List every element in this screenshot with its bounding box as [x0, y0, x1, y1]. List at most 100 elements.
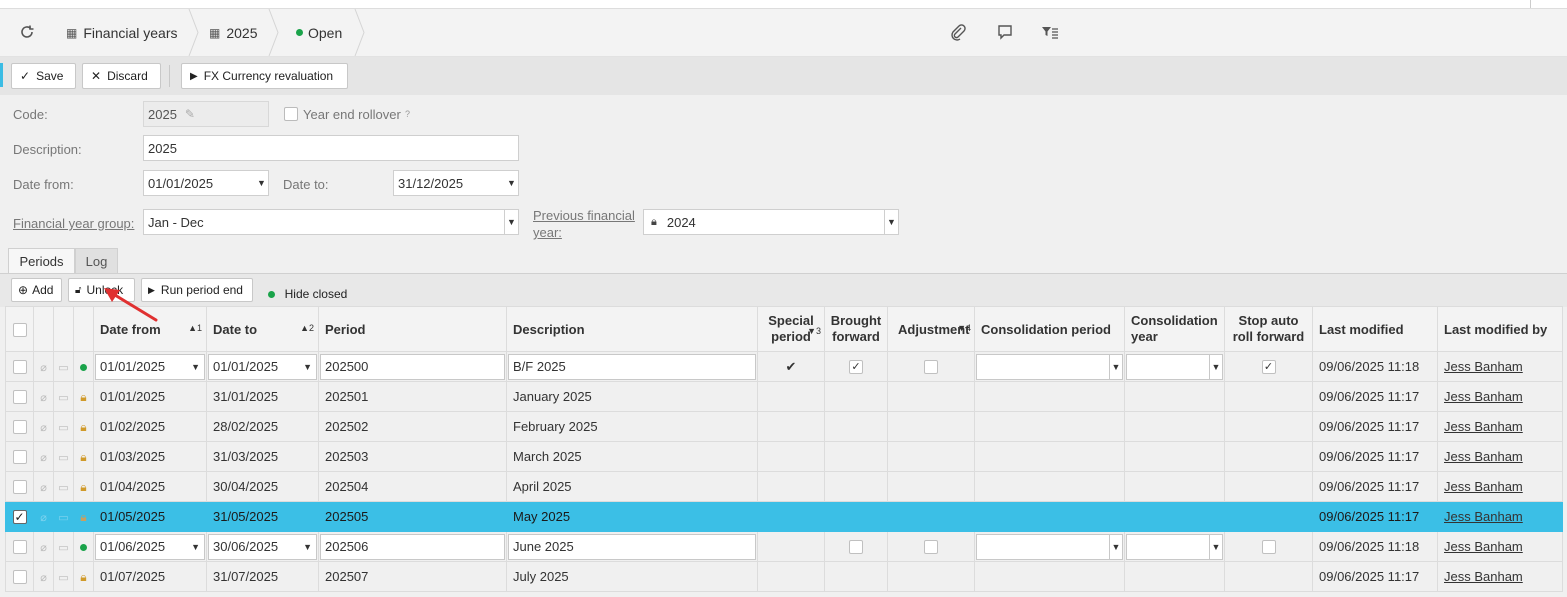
column-date-to[interactable]: Date to ▲2	[206, 306, 319, 352]
date-from-input[interactable]: 01/06/2025 ▼	[95, 533, 205, 560]
attachment-icon[interactable]: ⌀	[40, 542, 47, 554]
row-select-cell[interactable]	[5, 471, 34, 502]
row-comment-cell[interactable]: ▭	[53, 501, 74, 532]
date-to-input[interactable]: 30/06/2025 ▼	[208, 533, 317, 560]
financial-year-group-link[interactable]: Financial year group:	[13, 216, 134, 231]
dropdown-arrow-icon[interactable]: ▼	[884, 210, 898, 234]
consolidation-period-cell[interactable]: ▼	[974, 351, 1125, 382]
add-button[interactable]: ⊕ Add	[11, 278, 62, 302]
last-modified-by-cell[interactable]: Jess Banham	[1437, 501, 1563, 532]
row-select-cell[interactable]	[5, 441, 34, 472]
column-last-modified-by[interactable]: Last modified by	[1437, 306, 1563, 352]
stop-auto-roll-checkbox[interactable]: ✓	[1261, 360, 1276, 375]
consolidation-year-select[interactable]: ▼	[1126, 353, 1223, 380]
user-link[interactable]: Jess Banham	[1444, 509, 1523, 524]
row-checkbox[interactable]	[12, 360, 27, 375]
row-checkbox[interactable]	[12, 540, 27, 555]
column-special-period[interactable]: Special period ▼3	[757, 306, 825, 352]
table-row[interactable]: ⌀ ▭ 01/06/2025 ▼ 30/06/2025 ▼ 202506 June …	[5, 531, 1563, 562]
row-attachment-cell[interactable]: ⌀	[33, 441, 54, 472]
description-input[interactable]: June 2025	[508, 533, 756, 560]
row-attachment-cell[interactable]: ⌀	[33, 381, 54, 412]
column-brought-forward[interactable]: Brought forward	[824, 306, 888, 352]
table-row[interactable]: ⌀ ▭ 🔒︎ 01/01/2025 31/01/2025 202501 Janu…	[5, 381, 1563, 412]
column-period[interactable]: Period	[318, 306, 507, 352]
comment-icon[interactable]: ▭	[58, 452, 68, 464]
attachment-icon[interactable]: ⌀	[40, 452, 47, 464]
table-row[interactable]: ⌀ ▭ 🔒︎ 01/02/2025 28/02/2025 202502 Febr…	[5, 411, 1563, 442]
attachment-icon[interactable]: ⌀	[40, 572, 47, 584]
adjustment-checkbox[interactable]	[924, 540, 938, 555]
stop-auto-roll-cell[interactable]: ✓	[1224, 351, 1313, 382]
consolidation-period-select[interactable]: ▼	[976, 533, 1123, 560]
dropdown-arrow-icon[interactable]: ▼	[1209, 354, 1222, 379]
brought-forward-cell[interactable]: ✓	[824, 351, 888, 382]
period-input[interactable]: 202500	[320, 353, 505, 380]
adjustment-cell[interactable]	[887, 351, 975, 382]
row-checkbox[interactable]	[12, 570, 27, 585]
dropdown-arrow-icon[interactable]: ▼	[1109, 534, 1122, 559]
comment-icon[interactable]	[996, 23, 1014, 41]
previous-financial-year-select[interactable]: 🔒︎ 2024 ▼	[643, 209, 899, 235]
description-cell[interactable]: B/F 2025	[506, 351, 758, 382]
comment-icon[interactable]: ▭	[58, 482, 68, 494]
period-cell[interactable]: 202506	[318, 531, 507, 562]
last-modified-by-cell[interactable]: Jess Banham	[1437, 531, 1563, 562]
description-cell[interactable]: June 2025	[506, 531, 758, 562]
column-stop-auto-roll-forward[interactable]: Stop auto roll forward	[1224, 306, 1313, 352]
discard-button[interactable]: ✕ Discard	[82, 63, 161, 89]
fx-currency-revaluation-button[interactable]: ▶ FX Currency revaluation	[181, 63, 348, 89]
consolidation-year-cell[interactable]: ▼	[1124, 531, 1225, 562]
row-attachment-cell[interactable]: ⌀	[33, 411, 54, 442]
help-icon[interactable]: ?	[405, 109, 410, 119]
consolidation-year-select[interactable]: ▼	[1126, 533, 1223, 560]
row-comment-cell[interactable]: ▭	[53, 441, 74, 472]
financial-year-group-select[interactable]: Jan - Dec ▼	[143, 209, 519, 235]
table-row[interactable]: ⌀ ▭ 🔒︎ 01/04/2025 30/04/2025 202504 Apri…	[5, 471, 1563, 502]
row-comment-cell[interactable]: ▭	[53, 351, 74, 382]
date-from-cell[interactable]: 01/01/2025 ▼	[93, 351, 207, 382]
refresh-icon[interactable]	[18, 23, 36, 41]
row-attachment-cell[interactable]: ⌀	[33, 351, 54, 382]
row-checkbox[interactable]	[12, 480, 27, 495]
row-attachment-cell[interactable]: ⌀	[33, 561, 54, 592]
attachment-icon[interactable]: ⌀	[40, 422, 47, 434]
breadcrumb-year[interactable]: ▦ 2025	[209, 9, 258, 56]
row-select-cell[interactable]	[5, 411, 34, 442]
dropdown-arrow-icon[interactable]: ▼	[303, 355, 312, 379]
comment-icon[interactable]: ▭	[58, 512, 68, 524]
date-to-input[interactable]: 31/12/2025 ▼	[393, 170, 519, 196]
consolidation-period-cell[interactable]: ▼	[974, 531, 1125, 562]
comment-icon[interactable]: ▭	[58, 542, 68, 554]
table-row[interactable]: ⌀ ▭ 🔒︎ 01/03/2025 31/03/2025 202503 Marc…	[5, 441, 1563, 472]
column-description[interactable]: Description	[506, 306, 758, 352]
table-row-selected[interactable]: ✓ ⌀ ▭ 🔒︎ 01/05/2025 31/05/2025 202505 Ma…	[5, 501, 1563, 532]
table-row[interactable]: ⌀ ▭ 01/01/2025 ▼ 01/01/2025 ▼ 202500 B/F 2…	[5, 351, 1563, 382]
last-modified-by-cell[interactable]: Jess Banham	[1437, 471, 1563, 502]
row-attachment-cell[interactable]: ⌀	[33, 471, 54, 502]
user-link[interactable]: Jess Banham	[1444, 389, 1523, 404]
breadcrumb-financial-years[interactable]: ▦ Financial years	[66, 9, 178, 56]
user-link[interactable]: Jess Banham	[1444, 359, 1523, 374]
consolidation-period-select[interactable]: ▼	[976, 353, 1123, 380]
date-from-input[interactable]: 01/01/2025 ▼	[95, 353, 205, 380]
period-cell[interactable]: 202500	[318, 351, 507, 382]
dropdown-arrow-icon[interactable]: ▼	[504, 210, 518, 234]
column-consolidation-year[interactable]: Consolidation year	[1124, 306, 1225, 352]
attachment-icon[interactable]	[949, 23, 967, 41]
row-select-cell[interactable]: ✓	[5, 501, 34, 532]
row-checkbox[interactable]	[12, 390, 27, 405]
user-link[interactable]: Jess Banham	[1444, 449, 1523, 464]
row-comment-cell[interactable]: ▭	[53, 531, 74, 562]
row-select-cell[interactable]	[5, 351, 34, 382]
dropdown-arrow-icon[interactable]: ▼	[303, 535, 312, 559]
user-link[interactable]: Jess Banham	[1444, 479, 1523, 494]
user-link[interactable]: Jess Banham	[1444, 539, 1523, 554]
select-all-checkbox[interactable]	[12, 322, 27, 337]
attachment-icon[interactable]: ⌀	[40, 512, 47, 524]
row-checkbox[interactable]	[12, 420, 27, 435]
row-checkbox[interactable]	[12, 450, 27, 465]
stop-auto-roll-cell[interactable]	[1224, 531, 1313, 562]
row-select-cell[interactable]	[5, 381, 34, 412]
dropdown-arrow-icon[interactable]: ▼	[1109, 354, 1122, 379]
